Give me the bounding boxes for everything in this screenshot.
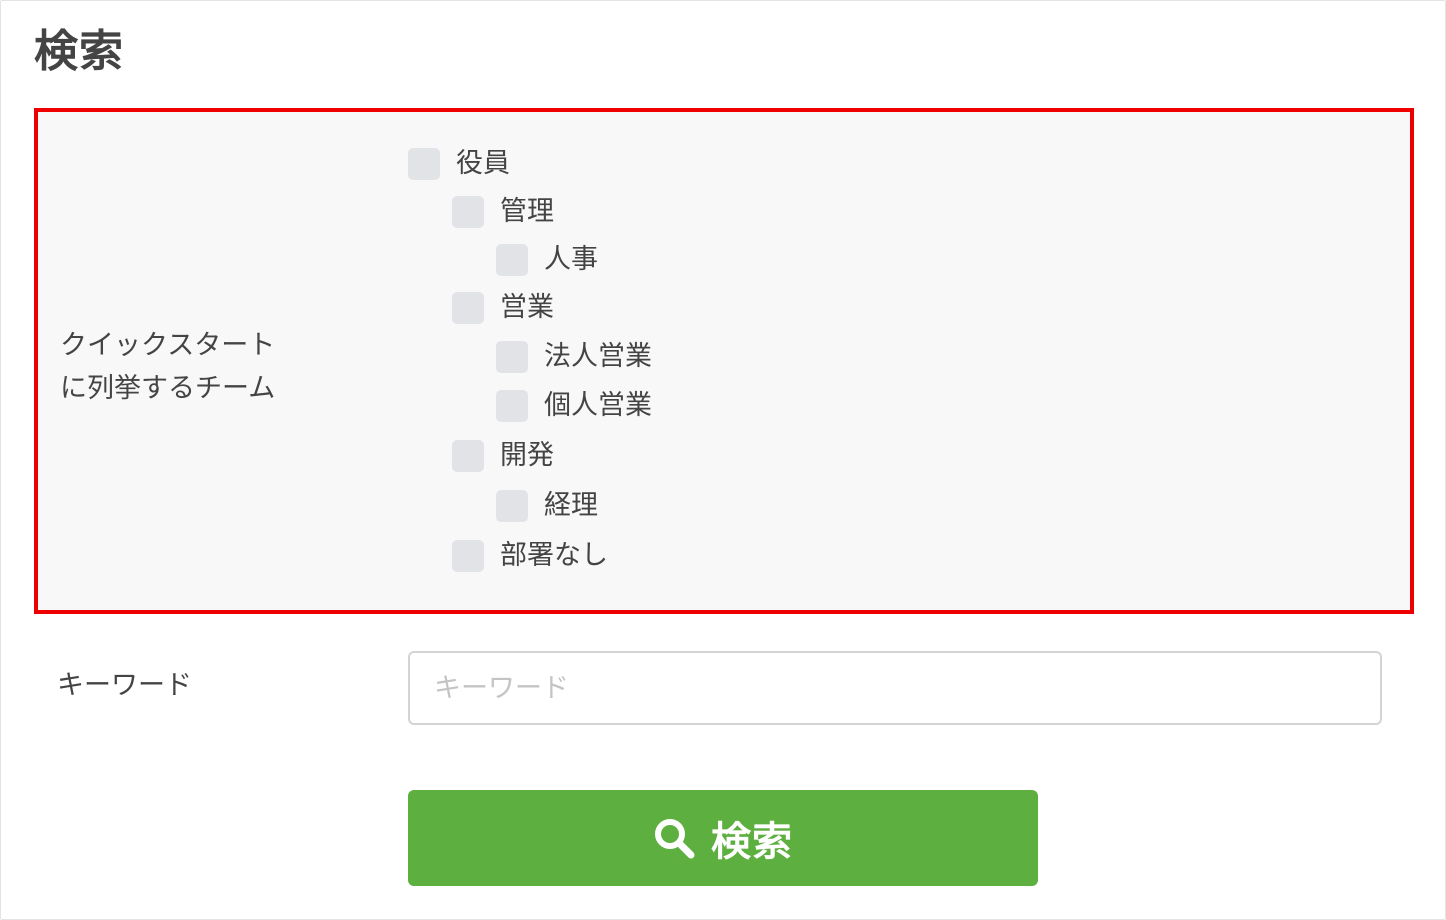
quick-start-team-section: クイックスタート に列挙するチーム 役員 管理 人事 営業 法人営業 個人営業 … (34, 108, 1414, 614)
checkbox[interactable] (452, 292, 484, 324)
quick-start-team-label: クイックスタート に列挙するチーム (60, 324, 310, 410)
team-label-keiri: 経理 (544, 490, 598, 521)
team-checkbox-yakuin[interactable]: 役員 (408, 146, 510, 182)
keyword-label: キーワード (57, 670, 192, 701)
team-label-kaihatsu: 開発 (500, 440, 554, 471)
team-label-no-department: 部署なし (500, 540, 608, 571)
team-checkbox-no-department[interactable]: 部署なし (452, 538, 608, 574)
checkbox[interactable] (408, 148, 440, 180)
team-label-hojin-eigyo: 法人営業 (544, 341, 652, 372)
checkbox[interactable] (452, 440, 484, 472)
team-checkbox-kojin-eigyo[interactable]: 個人営業 (496, 388, 652, 424)
team-checkbox-keiri[interactable]: 経理 (496, 488, 598, 524)
search-button-label: 検索 (711, 819, 793, 865)
search-icon (655, 819, 695, 859)
search-button[interactable]: 検索 (408, 790, 1038, 886)
team-label-kojin-eigyo: 個人営業 (544, 390, 652, 421)
checkbox[interactable] (496, 341, 528, 373)
team-label-yakuin: 役員 (456, 148, 510, 179)
quick-start-label-line-2: に列挙するチーム (60, 373, 276, 404)
team-checkbox-eigyo[interactable]: 営業 (452, 290, 554, 326)
checkbox[interactable] (452, 196, 484, 228)
team-checkbox-kaihatsu[interactable]: 開発 (452, 438, 554, 474)
keyword-input[interactable] (408, 651, 1382, 725)
team-label-jinji: 人事 (544, 244, 598, 275)
checkbox[interactable] (496, 490, 528, 522)
team-checkbox-jinji[interactable]: 人事 (496, 242, 598, 278)
team-checkbox-hojin-eigyo[interactable]: 法人営業 (496, 339, 652, 375)
checkbox[interactable] (496, 390, 528, 422)
quick-start-label-line-1: クイックスタート (60, 330, 276, 361)
checkbox[interactable] (452, 540, 484, 572)
page-title: 検索 (34, 26, 124, 77)
team-label-eigyo: 営業 (500, 292, 554, 323)
team-label-kanri: 管理 (500, 196, 554, 227)
team-checkbox-kanri[interactable]: 管理 (452, 194, 554, 230)
checkbox[interactable] (496, 244, 528, 276)
